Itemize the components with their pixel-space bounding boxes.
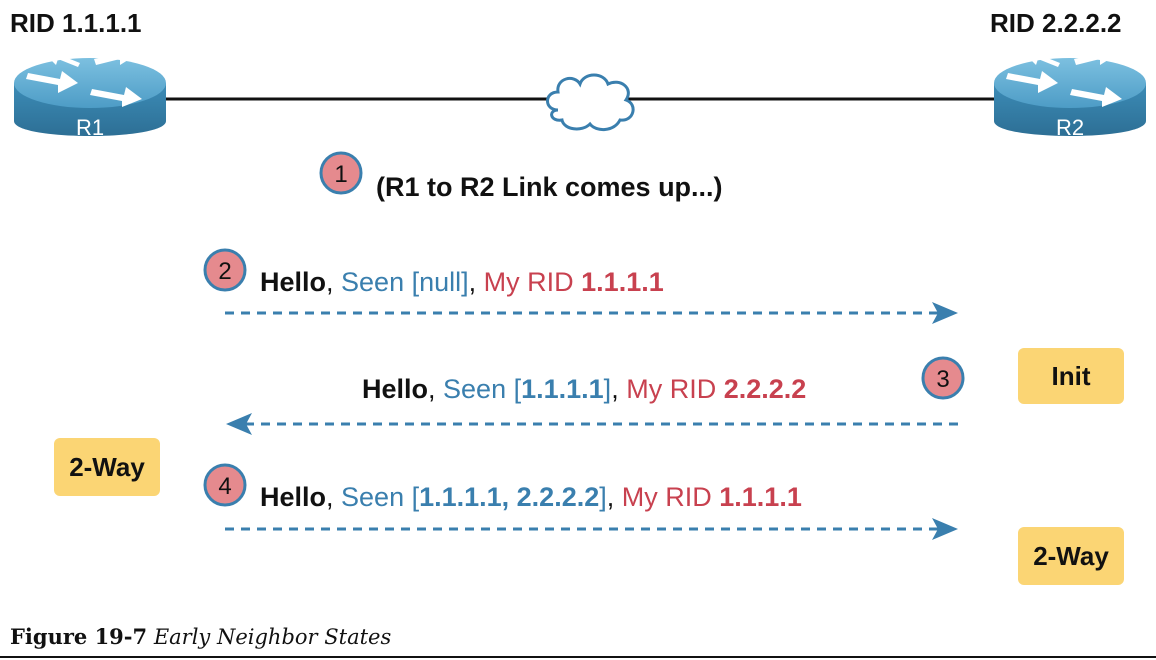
- separator: ,: [326, 482, 342, 512]
- hello-label: Hello: [260, 482, 327, 512]
- figure-caption: Figure 19-7 Early Neighbor States: [10, 624, 391, 649]
- seen-value: 1.1.1.1: [521, 374, 604, 404]
- seen-close: ]: [461, 267, 469, 297]
- step-2-number: 2: [218, 258, 231, 285]
- my-rid-value: 1.1.1.1: [581, 267, 664, 297]
- step-3-message: Hello, Seen [1.1.1.1], My RID 2.2.2.2: [362, 376, 806, 403]
- my-rid-value: 2.2.2.2: [723, 374, 807, 404]
- step-4-number: 4: [218, 473, 231, 500]
- my-rid-label: My RID: [483, 267, 582, 297]
- my-rid-label: My RID: [621, 482, 720, 512]
- seen-value: null: [419, 267, 462, 297]
- cloud-icon: [546, 73, 635, 131]
- separator: ,: [606, 482, 622, 512]
- my-rid-label: My RID: [626, 374, 724, 404]
- seen-close: ]: [599, 482, 607, 512]
- r1-2way-state-badge: 2-Way: [54, 438, 160, 496]
- figure-number: Figure 19-7: [10, 624, 148, 649]
- separator: ,: [326, 267, 342, 297]
- arrow-r1-to-r2-step2: [225, 302, 958, 324]
- r2-init-state-badge: Init: [1018, 348, 1124, 404]
- step-3-number: 3: [936, 366, 949, 393]
- arrow-r2-to-r1-step3: [226, 413, 958, 435]
- router-r1-icon: R1: [14, 47, 166, 140]
- router-r2-icon: R2: [994, 47, 1146, 140]
- seen-label: Seen [: [341, 482, 420, 512]
- step-4-message: Hello, Seen [1.1.1.1, 2.2.2.2], My RID 1…: [260, 484, 802, 511]
- step-1-badge: 1: [319, 151, 363, 195]
- router-r2-name: R2: [1056, 115, 1084, 140]
- arrow-r1-to-r2-step4: [225, 518, 958, 540]
- seen-label: Seen [: [443, 374, 522, 404]
- r2-2way-state-badge: 2-Way: [1018, 527, 1124, 585]
- hello-label: Hello: [362, 374, 429, 404]
- step-1-text: (R1 to R2 Link comes up...): [376, 172, 723, 202]
- figure-title: Early Neighbor States: [153, 625, 392, 649]
- diagram-graphics: R1 R2 1 2 3 4: [14, 47, 1146, 540]
- separator: ,: [468, 267, 484, 297]
- separator: ,: [428, 374, 444, 404]
- step-1-number: 1: [334, 161, 347, 188]
- seen-label: Seen [: [341, 267, 420, 297]
- hello-label: Hello: [260, 267, 327, 297]
- step-2-message: Hello, Seen [null], My RID 1.1.1.1: [260, 269, 664, 296]
- seen-value: 1.1.1.1, 2.2.2.2: [419, 482, 600, 512]
- caption-rule: [0, 656, 1156, 658]
- step-3-badge: 3: [921, 356, 965, 400]
- separator: ,: [611, 374, 627, 404]
- step-2-badge: 2: [203, 248, 247, 292]
- step-4-badge: 4: [203, 463, 247, 507]
- my-rid-value: 1.1.1.1: [719, 482, 802, 512]
- router-r1-name: R1: [76, 115, 104, 140]
